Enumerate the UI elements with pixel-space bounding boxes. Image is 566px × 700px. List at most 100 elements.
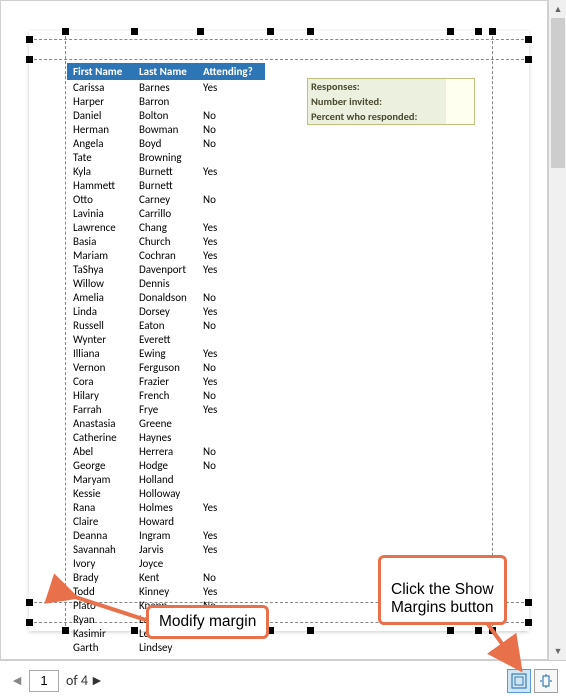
cell: Yes — [197, 80, 265, 94]
cell: Ingram — [133, 528, 197, 542]
margin-handle[interactable] — [267, 28, 274, 35]
table-row: KylaBurnettYes — [67, 164, 265, 178]
table-row: ClaireHoward — [67, 514, 265, 528]
margin-handle[interactable] — [447, 28, 454, 35]
cell: Vernon — [67, 360, 133, 374]
cell: Burnett — [133, 178, 197, 192]
label-percent: Percent who responded: — [308, 109, 446, 124]
show-margins-button[interactable] — [507, 669, 531, 693]
table-row: OttoCarneyNo — [67, 192, 265, 206]
cell: Greene — [133, 416, 197, 430]
cell: Cora — [67, 374, 133, 388]
cell: No — [197, 360, 265, 374]
margin-handle[interactable] — [525, 36, 532, 43]
margin-handle[interactable] — [525, 599, 532, 606]
cell: Cochran — [133, 248, 197, 262]
table-row: CoraFrazierYes — [67, 374, 265, 388]
cell: Chang — [133, 220, 197, 234]
cell: Browning — [133, 150, 197, 164]
cell: Lawrence — [67, 220, 133, 234]
callout-text: Click the Show Margins button — [391, 581, 494, 616]
margins-icon — [511, 673, 527, 689]
cell: Carney — [133, 192, 197, 206]
margin-handle[interactable] — [307, 627, 314, 634]
margin-handle[interactable] — [26, 36, 33, 43]
summary-box: Responses: Number invited: Percent who r… — [307, 78, 475, 125]
move-cursor-icon — [52, 586, 70, 605]
cell: No — [197, 122, 265, 136]
table-row: CarissaBarnesYes — [67, 80, 265, 94]
cell: Holland — [133, 472, 197, 486]
cell: Hodge — [133, 458, 197, 472]
cell: No — [197, 290, 265, 304]
cell: Ivory — [67, 556, 133, 570]
cell: No — [197, 192, 265, 206]
table-row: DeannaIngramYes — [67, 528, 265, 542]
margin-handle[interactable] — [197, 28, 204, 35]
zoom-to-page-button[interactable] — [534, 669, 558, 693]
cell: Farrah — [67, 402, 133, 416]
cell: Mariam — [67, 248, 133, 262]
margin-handle[interactable] — [475, 627, 482, 634]
table-row: WillowDennis — [67, 276, 265, 290]
page-number-input[interactable] — [29, 670, 59, 692]
cell: Holloway — [133, 486, 197, 500]
table-row: AnastasiaGreene — [67, 416, 265, 430]
cell: Davenport — [133, 262, 197, 276]
margin-handle[interactable] — [307, 28, 314, 35]
header-first-name: First Name — [67, 63, 133, 80]
page-preview: First Name Last Name Attending? CarissaB… — [29, 31, 529, 631]
cell: Abel — [67, 444, 133, 458]
prev-page-button[interactable]: ◄ — [8, 672, 26, 690]
cell: Yes — [197, 262, 265, 276]
margin-handle[interactable] — [26, 599, 33, 606]
cell: George — [67, 458, 133, 472]
table-row: FarrahFryeYes — [67, 402, 265, 416]
table-row: CatherineHaynes — [67, 430, 265, 444]
cell: Boyd — [133, 136, 197, 150]
cell: Wynter — [67, 332, 133, 346]
margin-handle[interactable] — [62, 28, 69, 35]
margin-handle[interactable] — [131, 28, 138, 35]
margin-handle[interactable] — [525, 619, 532, 626]
margin-handle[interactable] — [525, 56, 532, 63]
cell: No — [197, 318, 265, 332]
callout-modify-margin: Modify margin — [146, 605, 269, 639]
cell: Barron — [133, 94, 197, 108]
margin-handle[interactable] — [26, 56, 33, 63]
cell: Angela — [67, 136, 133, 150]
scroll-thumb[interactable] — [551, 18, 565, 168]
cell: Kyla — [67, 164, 133, 178]
vertical-scrollbar[interactable]: ▲ ▼ — [548, 0, 566, 660]
cell — [197, 486, 265, 500]
table-row: RussellEatonNo — [67, 318, 265, 332]
margin-handle[interactable] — [489, 627, 496, 634]
cell: Herrera — [133, 444, 197, 458]
header-last-name: Last Name — [133, 63, 197, 80]
value-invited — [446, 94, 474, 109]
margin-handle[interactable] — [447, 627, 454, 634]
table-row: TaShyaDavenportYes — [67, 262, 265, 276]
cell: Holmes — [133, 500, 197, 514]
scroll-down-icon[interactable]: ▼ — [549, 642, 566, 660]
cell: Haynes — [133, 430, 197, 444]
margin-handle[interactable] — [475, 28, 482, 35]
next-page-button[interactable]: ► — [88, 672, 106, 690]
margin-handle[interactable] — [489, 28, 496, 35]
cell — [197, 332, 265, 346]
cell: Brady — [67, 570, 133, 584]
callout-text: Modify margin — [159, 613, 256, 630]
cell: Frye — [133, 402, 197, 416]
value-percent — [446, 109, 474, 124]
table-row: TateBrowning — [67, 150, 265, 164]
cell: Catherine — [67, 430, 133, 444]
table-row: LawrenceChangYes — [67, 220, 265, 234]
table-row: WynterEverett — [67, 332, 265, 346]
data-table: First Name Last Name Attending? CarissaB… — [67, 63, 265, 654]
cell: Linda — [67, 304, 133, 318]
margin-handle[interactable] — [26, 619, 33, 626]
cell: Donaldson — [133, 290, 197, 304]
cell: Deanna — [67, 528, 133, 542]
scroll-up-icon[interactable]: ▲ — [549, 0, 566, 18]
cell — [197, 416, 265, 430]
